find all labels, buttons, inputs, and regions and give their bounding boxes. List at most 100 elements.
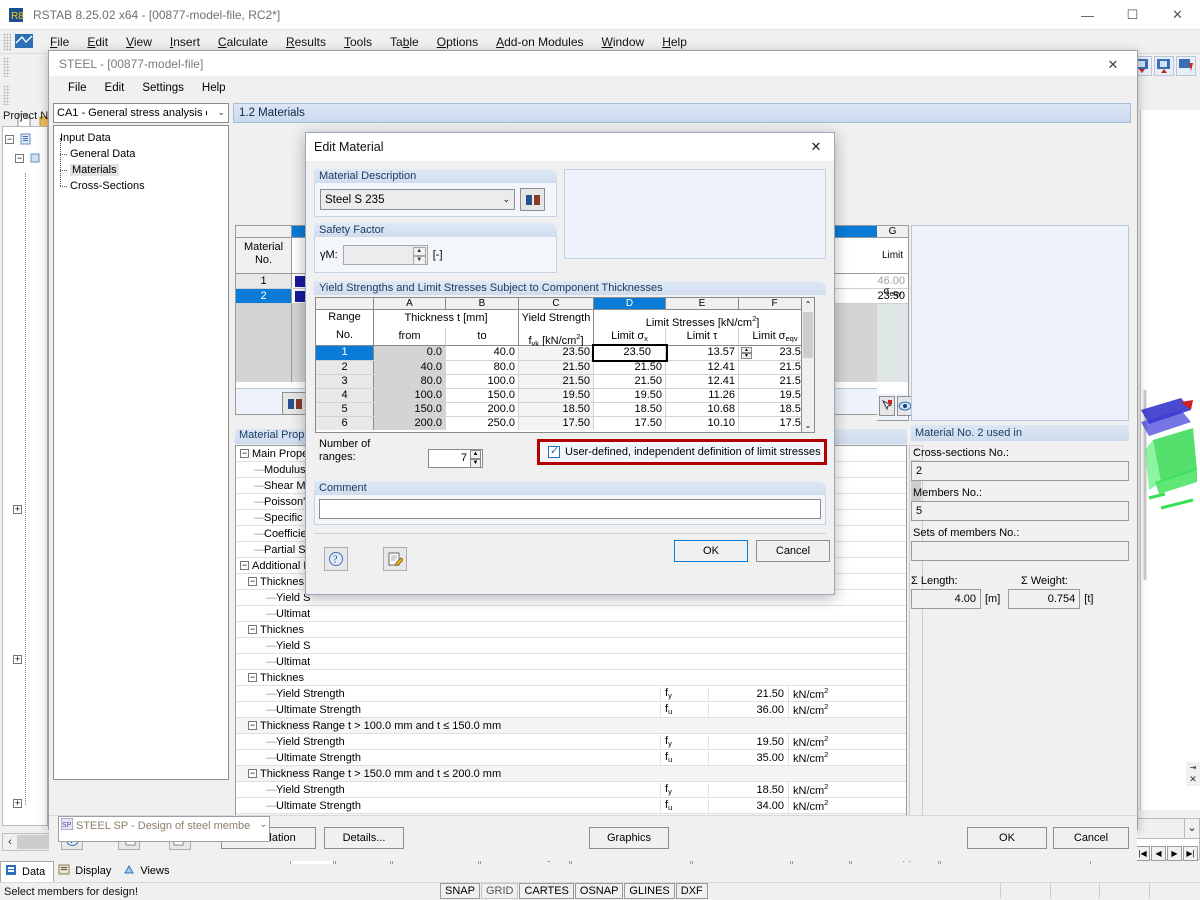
status-flag-dxf[interactable]: DXF [676,883,708,899]
row-2-no[interactable]: 2 [316,361,374,374]
table-row[interactable]: 1 0.0 40.0 23.50 23.50 13.57 23.50 [316,346,814,360]
menu-item-table[interactable]: Table [381,32,428,52]
row-1-from[interactable]: 0.0 [374,346,446,360]
steel-menu-help[interactable]: Help [193,80,235,96]
list-item[interactable]: −Thickness Range t > 150.0 mm and t ≤ 20… [236,766,906,782]
view-tool-3-icon[interactable] [1176,56,1196,76]
graphics-button[interactable]: Graphics [589,827,669,849]
table-scroll-down-arrow[interactable]: ⌄ [1185,819,1199,838]
dialog-ok-button[interactable]: OK [674,540,748,562]
project-tree-expander-child[interactable]: − [15,154,24,163]
edit-note-icon[interactable] [383,547,407,571]
table-row[interactable]: 5 150.0 200.0 18.50 18.50 10.68 18.50 [316,402,814,416]
materials-grid-col-g[interactable]: G Limit σeqv 46.00 23.50 [877,225,909,421]
dialog-cancel-button[interactable]: Cancel [756,540,830,562]
toolbar2-grip[interactable] [3,85,10,105]
minimize-button[interactable]: — [1065,0,1110,30]
row-2-limit-sigma-x[interactable]: 21.50 [594,361,666,374]
expander-icon[interactable]: − [248,625,257,634]
row-5-to[interactable]: 200.0 [446,403,519,416]
scroll-up-arrow[interactable]: ⌃ [802,298,814,311]
row-3-no[interactable]: 3 [316,375,374,388]
menu-item-results[interactable]: Results [277,32,335,52]
right-dock-handle[interactable]: ⇥ ✕ [1186,762,1200,786]
scroll-down-arrow[interactable]: ⌄ [802,419,814,432]
sets-of-members-value[interactable] [911,541,1129,561]
model-graphics-view[interactable] [1140,110,1200,810]
table-row[interactable]: 6 200.0 250.0 17.50 17.50 10.10 17.50 [316,416,814,430]
help-icon[interactable]: ? [324,547,348,571]
chevron-down-icon[interactable]: ⌄ [259,819,267,830]
row-1-limit-sigma-x[interactable]: 23.50 [594,346,666,360]
col-letter-a[interactable]: A [374,298,446,310]
close-button[interactable]: ✕ [1155,0,1200,30]
menu-item-addon-modules[interactable]: Add-on Modules [487,32,592,52]
row-5-no[interactable]: 5 [316,403,374,416]
row-6-limit-sigma-x[interactable]: 17.50 [594,417,666,430]
row-3-fyk[interactable]: 21.50 [519,375,594,388]
table-row[interactable]: 3 80.0 100.0 21.50 21.50 12.41 21.50 [316,374,814,388]
expander-icon[interactable]: − [248,769,257,778]
scroll-left-arrow[interactable]: ‹ [3,836,17,848]
scroll-thumb[interactable] [803,312,813,358]
tree-item-general-data[interactable]: General Data [54,146,228,162]
tree-root-input-data[interactable]: Input Data [54,130,228,146]
steel-menu-edit[interactable]: Edit [96,80,134,96]
members-value[interactable]: 5 [911,501,1129,521]
row-1-fyk[interactable]: 23.50 [519,346,594,360]
rstab-menu-icon[interactable] [13,32,35,52]
row-2-limit-tau[interactable]: 12.41 [666,361,739,374]
list-item[interactable]: −Thicknes [236,622,906,638]
project-tree-expander-mid2[interactable]: + [13,653,25,665]
menu-item-view[interactable]: View [117,32,161,52]
table-row[interactable]: 4 100.0 150.0 19.50 19.50 11.26 19.50 [316,388,814,402]
material-row-2-no[interactable]: 2 [236,289,292,303]
chevron-down-icon[interactable]: ⌄ [217,107,225,118]
list-item[interactable]: —Yield Strengthfy18.50kN/cm2 [236,782,906,798]
row-6-no[interactable]: 6 [316,417,374,430]
design-case-combo[interactable]: CA1 - General stress analysis o ⌄ [53,103,229,123]
limit-stresses-table[interactable]: A B C D E F Range Thickness t [mm] Yield… [315,297,815,433]
list-item[interactable]: —Yield Strengthfy19.50kN/cm2 [236,734,906,750]
nav-prev-button[interactable]: ◀ [1151,846,1166,861]
row-5-limit-sigma-x[interactable]: 18.50 [594,403,666,416]
steel-navigation-tree[interactable]: Input Data General Data Materials Cross-… [53,125,229,780]
row-3-limit-sigma-x[interactable]: 21.50 [594,375,666,388]
col-letter-e[interactable]: E [666,298,739,310]
project-tree-expander-root[interactable]: − [5,135,14,144]
row-5-fyk[interactable]: 18.50 [519,403,594,416]
cross-sections-value[interactable]: 2 [911,461,1129,481]
status-flag-osnap[interactable]: OSNAP [575,883,624,899]
list-item[interactable]: −Thicknes [236,670,906,686]
row-6-from[interactable]: 200.0 [374,417,446,430]
status-flag-glines[interactable]: GLINES [624,883,674,899]
menubar-grip[interactable] [3,33,11,51]
dock-close-icon[interactable]: ✕ [1186,774,1200,784]
menu-item-file[interactable]: File [41,32,78,52]
row-2-to[interactable]: 80.0 [446,361,519,374]
row-1-no[interactable]: 1 [316,346,374,360]
steel-ok-button[interactable]: OK [967,827,1047,849]
gamma-m-input[interactable]: ▲▼ [343,245,428,265]
list-item[interactable]: —Ultimate Strengthfu35.00kN/cm2 [236,750,906,766]
status-flag-snap[interactable]: SNAP [440,883,480,899]
nav-next-button[interactable]: ▶ [1167,846,1182,861]
row-2-from[interactable]: 40.0 [374,361,446,374]
tab-display[interactable]: Display [54,861,119,881]
addon-modules-list[interactable]: SP STEEL SP - Design of steel membe ⌄ [58,816,270,842]
project-navigator-tree[interactable]: − − + + + [2,126,48,826]
col-g-row-1-value[interactable]: 46.00 [877,274,908,289]
pick-material-icon[interactable] [879,396,895,416]
row-5-limit-tau[interactable]: 10.68 [666,403,739,416]
cell-editor-spinner[interactable]: ▲ ▼ [741,347,752,358]
pin-icon[interactable]: ⇥ [1186,762,1200,774]
number-of-ranges-spinner[interactable]: ▲ ▼ [470,450,481,467]
steel-cancel-button[interactable]: Cancel [1053,827,1129,849]
list-item[interactable]: −Thickness Range t > 100.0 mm and t ≤ 15… [236,718,906,734]
menu-item-edit[interactable]: Edit [78,32,117,52]
table-row[interactable]: 2 40.0 80.0 21.50 21.50 12.41 21.50 [316,360,814,374]
row-4-from[interactable]: 100.0 [374,389,446,402]
material-row-1-no[interactable]: 1 [236,274,292,288]
chevron-down-icon[interactable]: ⌄ [502,194,510,205]
toolbar1-grip[interactable] [3,57,10,77]
